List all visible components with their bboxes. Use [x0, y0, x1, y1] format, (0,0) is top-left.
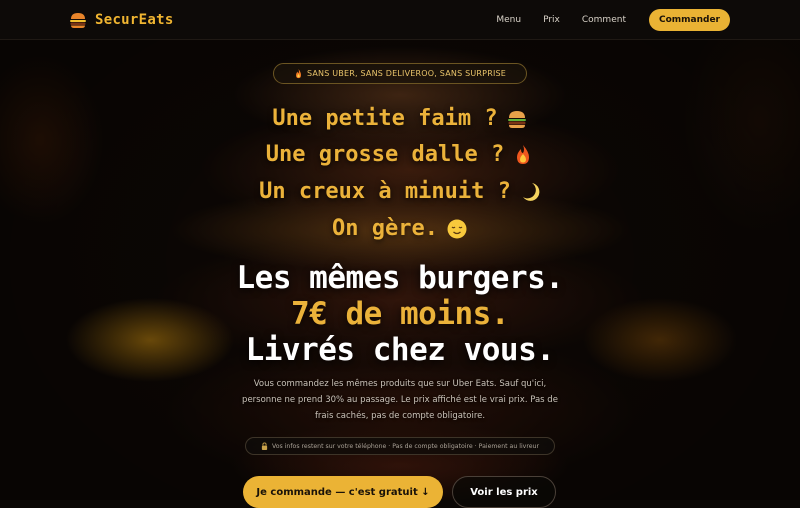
- fire-emoji-icon: [517, 144, 530, 164]
- tagline-4-text: On gère.: [332, 216, 438, 241]
- see-prices-button[interactable]: Voir les prix: [452, 476, 556, 508]
- headline-line-1: Les mêmes burgers.: [236, 260, 564, 296]
- privacy-info-bar: Vos infos restent sur votre téléphone · …: [245, 437, 555, 455]
- tagline-1: Une petite faim ?: [0, 106, 800, 131]
- burger-emoji-icon: [507, 110, 526, 128]
- headline-line-2: 7€ de moins.: [291, 296, 509, 332]
- headline-line-3: Livrés chez vous.: [245, 332, 555, 368]
- fire-icon: [295, 68, 301, 78]
- brand-name: SecurEats: [95, 11, 174, 28]
- hero-description: Vous commandez les mêmes produits que su…: [242, 379, 558, 421]
- lock-icon: [261, 442, 268, 450]
- nav-link-comment[interactable]: Comment: [582, 15, 626, 25]
- commander-button[interactable]: Commander: [648, 8, 730, 31]
- navbar: SecurEats Menu Prix Comment Commander: [0, 0, 800, 40]
- hero-section: SANS UBER, SANS DELIVEROO, SANS SURPRISE…: [0, 40, 800, 508]
- tagline-2-text: Une grosse dalle ?: [265, 142, 505, 167]
- nav-link-menu[interactable]: Menu: [496, 15, 521, 25]
- tagline-1-text: Une petite faim ?: [272, 106, 498, 131]
- moon-emoji-icon: [522, 182, 540, 201]
- privacy-info-text: Vos infos restent sur votre téléphone · …: [271, 442, 539, 450]
- relieved-face-emoji-icon: [447, 219, 467, 238]
- nav-links: Menu Prix Comment Commander: [474, 8, 730, 31]
- tagline-3-text: Un creux à minuit ?: [259, 179, 511, 204]
- order-free-button[interactable]: Je commande — c'est gratuit ↓: [243, 476, 443, 508]
- hero-badge-text: SANS UBER, SANS DELIVEROO, SANS SURPRISE: [306, 69, 507, 78]
- nav-link-prix[interactable]: Prix: [543, 15, 560, 25]
- tagline-3: Un creux à minuit ?: [0, 179, 800, 204]
- burger-icon: [70, 12, 86, 28]
- tagline-4: On gère.: [0, 216, 800, 241]
- tagline-2: Une grosse dalle ?: [0, 142, 800, 167]
- brand[interactable]: SecurEats: [68, 10, 174, 30]
- hero-badge: SANS UBER, SANS DELIVEROO, SANS SURPRISE: [273, 63, 527, 84]
